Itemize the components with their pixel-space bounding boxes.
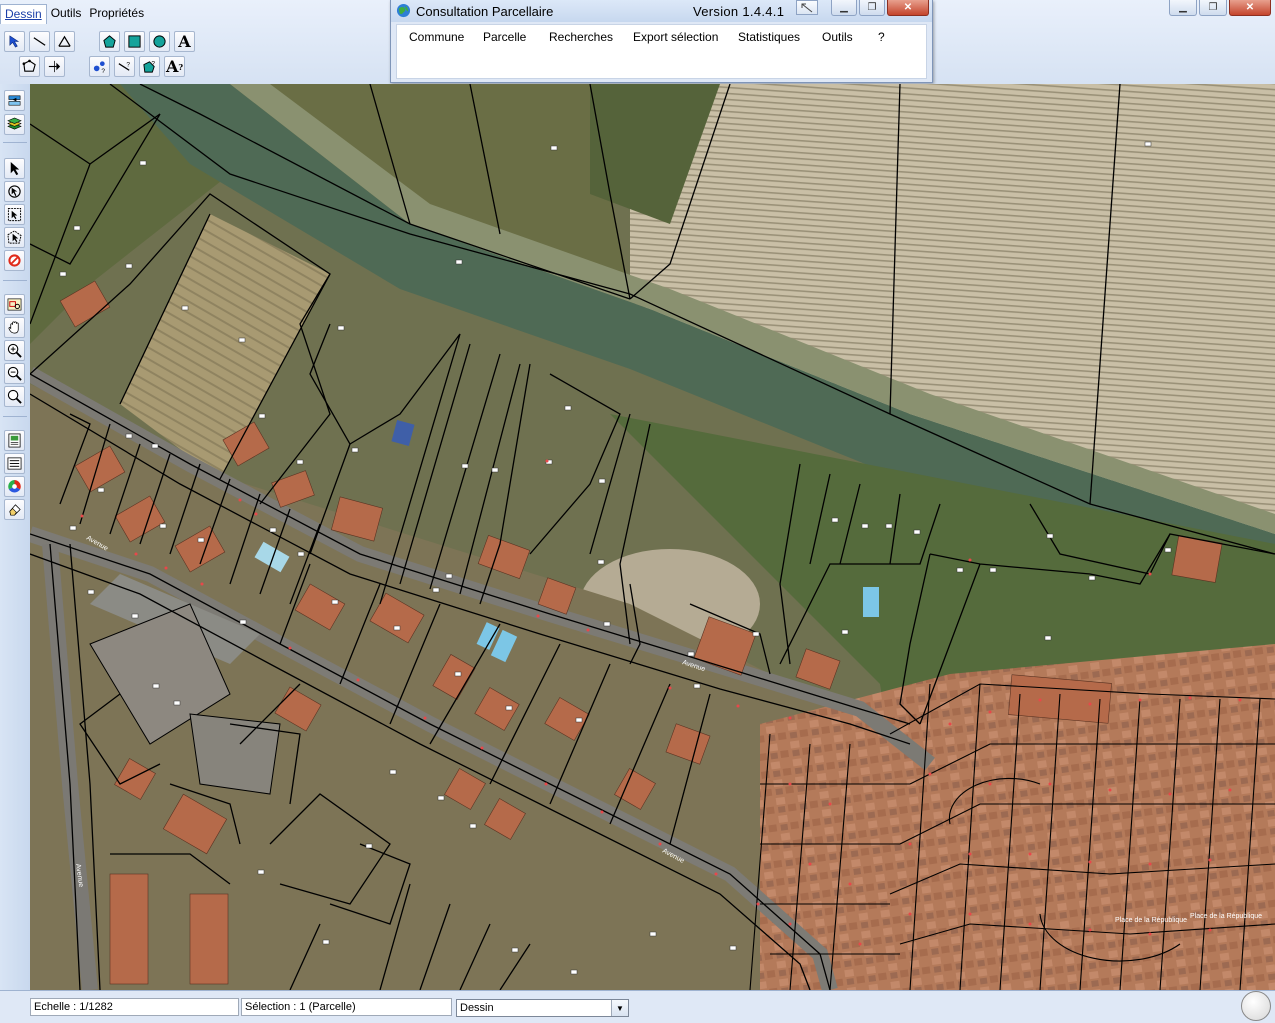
layer-stack-icon[interactable] bbox=[4, 114, 25, 135]
mode-select[interactable]: Dessin ▼ bbox=[456, 999, 629, 1017]
status-bar: Echelle : 1/1282 Sélection : 1 (Parcelle… bbox=[0, 990, 1275, 1023]
scale-readout: Echelle : 1/1282 bbox=[30, 998, 239, 1016]
minimize-icon[interactable]: ▁ bbox=[1169, 0, 1197, 16]
restore-icon[interactable]: ❐ bbox=[1199, 0, 1227, 16]
select-point-icon[interactable] bbox=[4, 31, 25, 52]
place-label: Place de la République bbox=[1115, 917, 1187, 924]
polygon-icon[interactable] bbox=[99, 31, 120, 52]
polyline-icon[interactable] bbox=[54, 31, 75, 52]
select-rect-icon[interactable] bbox=[4, 204, 25, 225]
cp-close-icon[interactable]: ✕ bbox=[887, 0, 929, 16]
cp-restore-icon[interactable]: ❐ bbox=[859, 0, 885, 16]
menu-dessin[interactable]: Dessin bbox=[0, 4, 47, 24]
color-wheel-icon[interactable] bbox=[4, 476, 25, 497]
line-icon[interactable] bbox=[29, 31, 50, 52]
draw-toolbar-row1: A bbox=[4, 31, 195, 52]
map-canvas[interactable]: Avenue Avenue Avenue Avenue Place de la … bbox=[30, 84, 1275, 990]
menu-outils[interactable]: Outils bbox=[47, 4, 86, 24]
edit-points-icon[interactable]: ? bbox=[89, 56, 110, 77]
cp-window-controls: ▁ ❐ ✕ bbox=[831, 0, 929, 16]
edit-polygon-icon[interactable]: ? bbox=[139, 56, 160, 77]
cp-menubar: Commune Parcelle Recherches Export sélec… bbox=[396, 24, 927, 79]
layers-icon[interactable] bbox=[4, 90, 25, 111]
cp-title: Consultation Parcellaire bbox=[416, 4, 554, 19]
zoom-in-icon[interactable] bbox=[4, 340, 25, 361]
cp-titlebar[interactable]: Consultation Parcellaire Version 1.4.4.1… bbox=[391, 0, 932, 22]
svg-text:?: ? bbox=[151, 61, 155, 68]
print-icon[interactable] bbox=[4, 430, 25, 451]
separator bbox=[3, 416, 27, 417]
zoom-full-icon[interactable] bbox=[4, 386, 25, 407]
cp-version: Version 1.4.4.1 bbox=[693, 4, 785, 19]
pool bbox=[863, 587, 879, 617]
text-icon[interactable]: A bbox=[174, 31, 195, 52]
cp-menu-parcelle[interactable]: Parcelle bbox=[483, 30, 526, 44]
place-label: Place de la République bbox=[1190, 913, 1262, 920]
snap-icon[interactable] bbox=[44, 56, 65, 77]
info-icon[interactable] bbox=[4, 181, 25, 202]
zoom-out-icon[interactable] bbox=[4, 363, 25, 384]
separator bbox=[3, 280, 27, 281]
cadastral-map[interactable]: Avenue Avenue Avenue Avenue Place de la … bbox=[30, 84, 1275, 990]
globe-icon bbox=[396, 3, 411, 18]
rectangle-icon[interactable] bbox=[124, 31, 145, 52]
close-icon[interactable]: ✕ bbox=[1229, 0, 1271, 16]
svg-text:?: ? bbox=[101, 68, 105, 74]
edit-line-icon[interactable]: ? bbox=[114, 56, 135, 77]
selection-readout: Sélection : 1 (Parcelle) bbox=[241, 998, 452, 1016]
north-arrow-icon bbox=[1241, 991, 1271, 1021]
cp-menu-outils[interactable]: Outils bbox=[822, 30, 853, 44]
edit-text-icon[interactable]: A? bbox=[164, 56, 185, 77]
cp-minimize-icon[interactable]: ▁ bbox=[831, 0, 857, 16]
main-window-controls: ▁ ❐ ✕ bbox=[1169, 0, 1271, 16]
svg-text:?: ? bbox=[126, 62, 130, 69]
left-toolbar bbox=[0, 84, 31, 990]
clear-icon[interactable] bbox=[4, 499, 25, 520]
building bbox=[189, 713, 281, 795]
pan-hand-icon[interactable] bbox=[4, 317, 25, 338]
main-menubar: Dessin Outils Propriétés bbox=[0, 4, 148, 24]
polygon-add-icon[interactable] bbox=[19, 56, 40, 77]
no-select-icon[interactable] bbox=[4, 250, 25, 271]
cp-menu-recherches[interactable]: Recherches bbox=[549, 30, 613, 44]
cp-menu-commune[interactable]: Commune bbox=[409, 30, 464, 44]
mode-select-value: Dessin bbox=[460, 1002, 494, 1014]
draw-toolbar-row2: ? ? ? A? bbox=[19, 56, 185, 77]
cp-menu-statistiques[interactable]: Statistiques bbox=[738, 30, 800, 44]
menu-proprietes[interactable]: Propriétés bbox=[85, 4, 148, 24]
cp-menu-help[interactable]: ? bbox=[878, 30, 885, 44]
consultation-parcellaire-window: Consultation Parcellaire Version 1.4.4.1… bbox=[390, 0, 933, 83]
cp-menu-export[interactable]: Export sélection bbox=[633, 30, 718, 44]
chevron-down-icon[interactable]: ▼ bbox=[611, 1000, 628, 1016]
resize-icon[interactable] bbox=[796, 0, 818, 15]
zoom-window-icon[interactable] bbox=[4, 294, 25, 315]
circle-icon[interactable] bbox=[149, 31, 170, 52]
select-poly-icon[interactable] bbox=[4, 227, 25, 248]
legend-icon[interactable] bbox=[4, 453, 25, 474]
separator bbox=[3, 142, 27, 143]
pointer-icon[interactable] bbox=[4, 158, 25, 179]
